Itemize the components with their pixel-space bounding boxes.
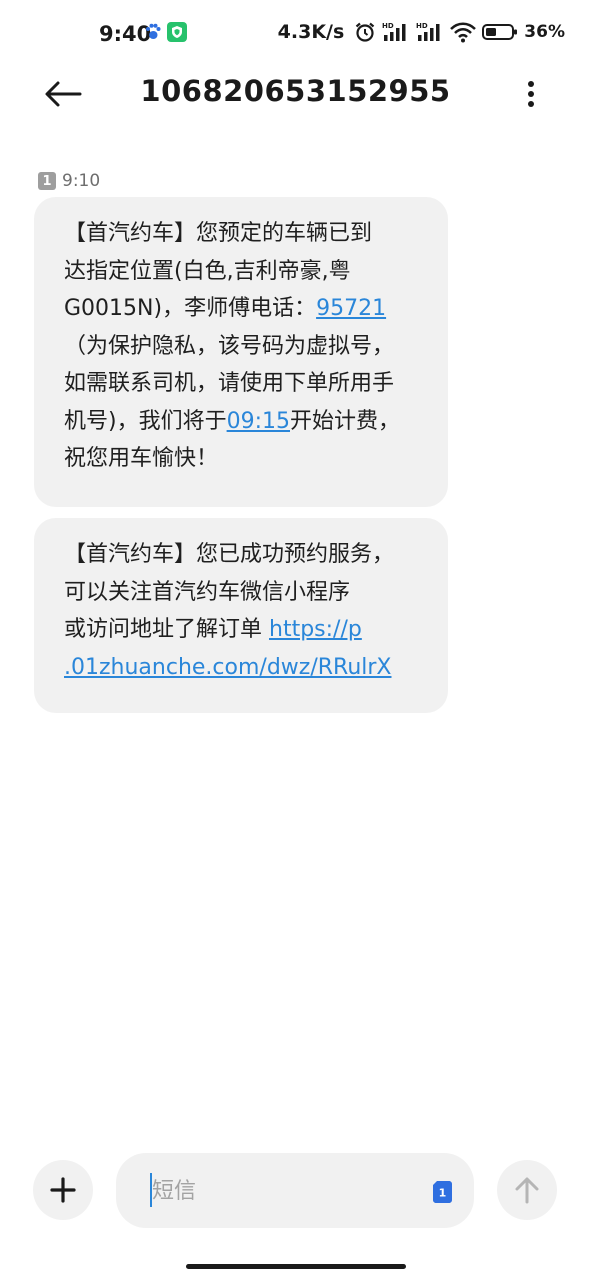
more-options-button[interactable] <box>519 74 543 114</box>
message-line: .01zhuanche.com/dwz/RRulrX <box>64 649 424 687</box>
status-right: 4.3K/s HD HD 36% <box>278 21 565 43</box>
paw-icon <box>146 23 161 39</box>
home-indicator[interactable] <box>186 1264 406 1269</box>
conversation-title: 106820653152955 <box>140 74 451 108</box>
message-line: 【首汽约车】您预定的车辆已到 <box>64 221 373 246</box>
sim-slot-badge: 1 <box>38 172 56 190</box>
battery-percent: 36% <box>524 22 565 42</box>
conversation-header: 106820653152955 <box>0 66 591 122</box>
message-text: 开始计费， <box>290 408 401 434</box>
wifi-icon <box>450 22 477 43</box>
text-caret <box>150 1173 152 1207</box>
sim-card-number: 1 <box>439 1187 447 1200</box>
svg-text:HD: HD <box>416 22 428 30</box>
svg-text:HD: HD <box>382 22 394 30</box>
message-line: 机号)，我们将于09:15开始计费， <box>64 403 424 441</box>
status-bar: 9:40 4.3K/s HD HD 36% <box>0 0 591 66</box>
url-link[interactable]: https://p <box>269 617 362 642</box>
message-timestamp: 1 9:10 <box>38 171 100 191</box>
signal-hd-icon: HD <box>416 22 440 41</box>
signal-hd-icon: HD <box>382 22 406 41</box>
message-line: 如需联系司机，请使用下单所用手 <box>64 371 395 396</box>
message-line: 【首汽约车】您已成功预约服务， <box>64 542 395 567</box>
status-time: 9:40 <box>99 22 152 46</box>
url-link[interactable]: .01zhuanche.com/dwz/RRulrX <box>64 655 392 680</box>
message-line: （为保护隐私，该号码为虚拟号， <box>64 333 395 359</box>
network-speed: 4.3K/s <box>277 21 345 43</box>
send-button[interactable] <box>497 1160 557 1220</box>
timestamp-text: 9:10 <box>62 171 101 191</box>
message-bubble[interactable]: 【首汽约车】您预定的车辆已到 达指定位置(白色,吉利帝豪,粤 G0015N)，李… <box>34 197 448 507</box>
arrow-up-icon <box>515 1177 539 1204</box>
plus-icon <box>50 1177 76 1203</box>
message-line: 祝您用车愉快！ <box>64 446 219 471</box>
attach-button[interactable] <box>33 1160 93 1220</box>
shield-app-icon <box>167 22 187 42</box>
sms-conversation-screen: 9:40 4.3K/s HD HD 36% 106820653152955 1 … <box>0 0 591 1280</box>
time-link[interactable]: 09:15 <box>227 409 290 434</box>
message-text: 或访问地址了解订单 <box>64 617 269 642</box>
sim-card-icon[interactable]: 1 <box>433 1181 452 1203</box>
phone-number-link[interactable]: 95721 <box>316 296 386 321</box>
message-line: G0015N)，李师傅电话：95721 <box>64 290 424 328</box>
message-text: G0015N)，李师傅电话： <box>64 296 317 321</box>
status-left-icons <box>145 22 187 42</box>
more-vertical-icon <box>528 81 534 107</box>
message-bubble[interactable]: 【首汽约车】您已成功预约服务， 可以关注首汽约车微信小程序 或访问地址了解订单 … <box>34 518 448 713</box>
message-input-container[interactable]: 1 <box>116 1153 474 1228</box>
message-text: 机号)，我们将于 <box>64 408 227 434</box>
message-line: 或访问地址了解订单 https://p <box>64 611 424 649</box>
message-line: 达指定位置(白色,吉利帝豪,粤 <box>64 258 351 284</box>
message-input[interactable] <box>150 1171 424 1211</box>
battery-icon <box>482 24 518 40</box>
alarm-icon <box>356 22 375 42</box>
message-line: 可以关注首汽约车微信小程序 <box>64 579 351 605</box>
